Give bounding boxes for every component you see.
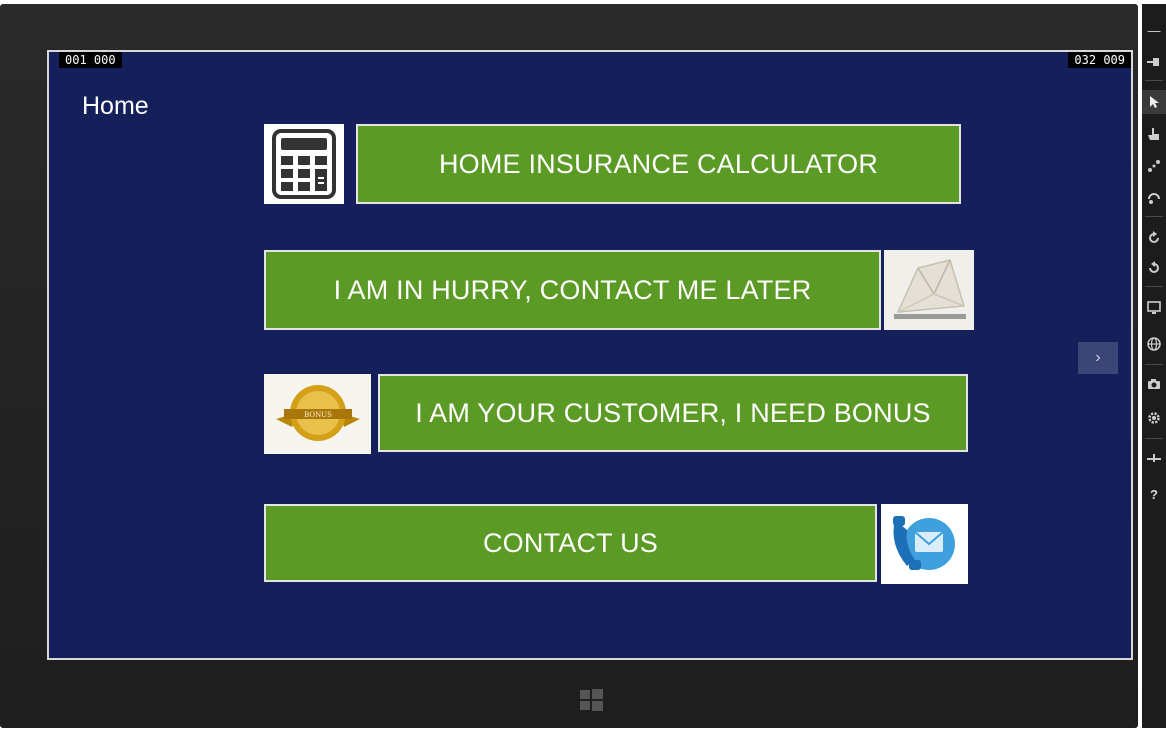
windows-start-icon[interactable] (578, 687, 604, 713)
toolbar-divider (1145, 216, 1163, 217)
svg-text:BONUS: BONUS (304, 411, 332, 419)
mouse-mode-icon[interactable] (1142, 90, 1166, 114)
customer-bonus-button[interactable]: I AM YOUR CUSTOMER, I NEED BONUS (378, 374, 968, 452)
page-title: Home (82, 92, 149, 120)
pin-icon[interactable] (1142, 50, 1166, 74)
app-screen: 001 000 032 009 Home HOME INSURANCE CALC… (47, 50, 1133, 660)
toolbar-divider (1145, 286, 1163, 287)
network-icon[interactable] (1142, 446, 1166, 470)
toolbar-divider (1145, 80, 1163, 81)
simulator-device-frame: 001 000 032 009 Home HOME INSURANCE CALC… (0, 4, 1138, 728)
toolbar-divider (1145, 364, 1163, 365)
simulator-toolbar: — ? (1142, 4, 1166, 728)
contact-me-later-button[interactable]: I AM IN HURRY, CONTACT ME LATER (264, 250, 881, 330)
settings-gear-icon[interactable] (1142, 406, 1166, 430)
pinch-zoom-icon[interactable] (1142, 154, 1166, 178)
contact-us-button[interactable]: CONTACT US (264, 504, 877, 582)
frame-counter-right: 032 009 (1068, 52, 1131, 68)
home-insurance-calculator-button[interactable]: HOME INSURANCE CALCULATOR (356, 124, 961, 204)
calculator-icon[interactable] (264, 124, 344, 204)
toolbar-divider (1145, 438, 1163, 439)
resolution-icon[interactable] (1142, 296, 1166, 320)
rotate-counterclockwise-icon[interactable] (1142, 256, 1166, 280)
rotation-touch-icon[interactable] (1142, 186, 1166, 210)
phone-email-icon[interactable] (881, 504, 968, 584)
charms-expand-arrow[interactable]: › (1078, 342, 1118, 374)
touch-mode-icon[interactable] (1142, 122, 1166, 146)
rotate-clockwise-icon[interactable] (1142, 226, 1166, 250)
bonus-badge-icon[interactable]: BONUS (264, 374, 371, 454)
frame-counter-left: 001 000 (59, 52, 122, 68)
help-button[interactable]: ? (1142, 482, 1166, 506)
envelope-icon[interactable] (884, 250, 974, 330)
location-globe-icon[interactable] (1142, 332, 1166, 356)
minimize-button[interactable]: — (1142, 18, 1166, 42)
camera-icon[interactable] (1142, 372, 1166, 396)
